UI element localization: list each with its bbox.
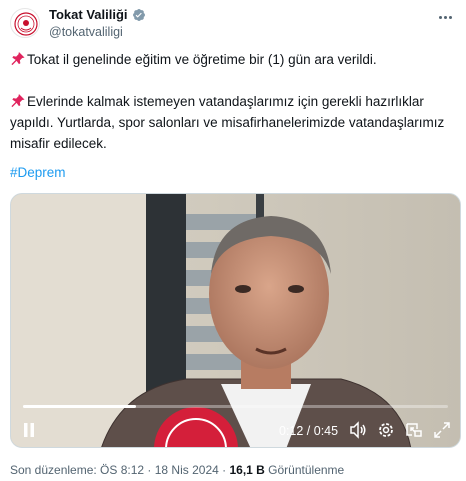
edit-timestamp[interactable]: Son düzenleme: ÖS 8:12 · 18 Nis 2024 · bbox=[10, 463, 229, 477]
tweet-line-2: Evlerinde kalmak istemeyen vatandaşlarım… bbox=[10, 94, 445, 151]
view-count: 16,1 B bbox=[229, 463, 265, 477]
settings-icon[interactable] bbox=[376, 420, 396, 440]
tweet-text-line-2: Evlerinde kalmak istemeyen vatandaşlarım… bbox=[10, 91, 458, 154]
more-options-icon[interactable] bbox=[434, 10, 456, 24]
volume-icon[interactable] bbox=[348, 420, 368, 440]
valilik-logo-icon bbox=[14, 12, 38, 36]
video-controls: 0:12 / 0:45 bbox=[11, 416, 460, 444]
tweet-line-1: Tokat il genelinde eğitim ve öğretime bi… bbox=[27, 52, 377, 67]
pip-icon[interactable] bbox=[404, 420, 424, 440]
verified-badge-icon bbox=[132, 8, 145, 21]
pause-icon[interactable] bbox=[19, 420, 39, 440]
pushpin-icon bbox=[11, 93, 25, 108]
handle[interactable]: @tokatvaliligi bbox=[49, 25, 123, 39]
video-progress-fill bbox=[23, 405, 137, 408]
video-time: 0:12 / 0:45 bbox=[279, 424, 339, 438]
tweet-meta: Son düzenleme: ÖS 8:12 · 18 Nis 2024 · 1… bbox=[10, 463, 344, 477]
tweet-header: Tokat Valiliği @tokatvaliligi bbox=[10, 6, 460, 42]
video-frame bbox=[11, 194, 460, 447]
pushpin-icon bbox=[11, 51, 25, 66]
video-player[interactable]: 0:12 / 0:45 bbox=[10, 193, 461, 448]
fullscreen-icon[interactable] bbox=[432, 420, 452, 440]
tweet-text-line-1: Tokat il genelinde eğitim ve öğretime bi… bbox=[10, 51, 377, 70]
view-label: Görüntülenme bbox=[264, 463, 345, 477]
hashtag-link[interactable]: #Deprem bbox=[10, 165, 66, 180]
video-progress-bar[interactable] bbox=[23, 405, 448, 408]
display-name[interactable]: Tokat Valiliği bbox=[49, 7, 128, 22]
avatar[interactable] bbox=[10, 8, 40, 38]
